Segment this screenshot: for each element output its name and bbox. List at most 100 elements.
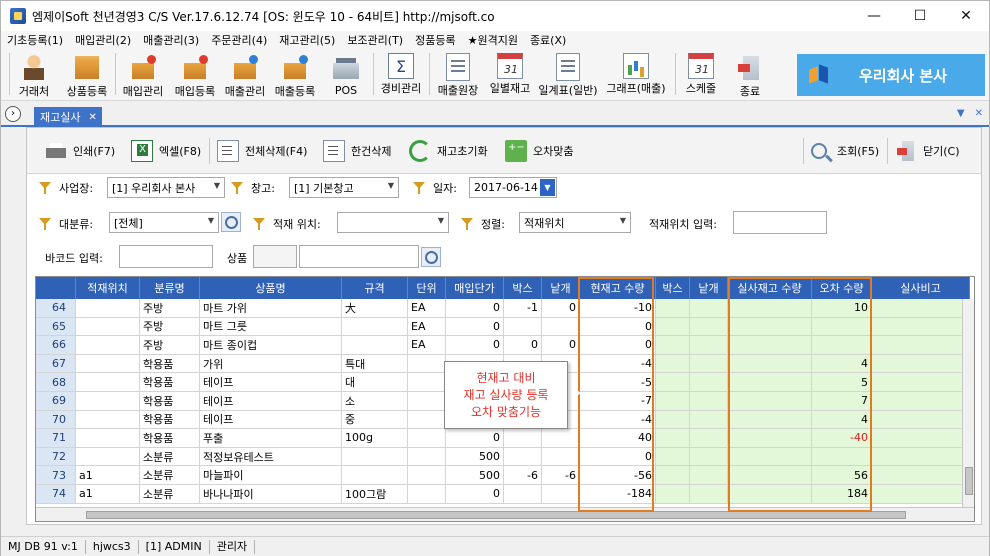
grid-cell[interactable]: -5: [580, 373, 656, 392]
grid-cell[interactable]: 0: [580, 336, 656, 355]
grid-cell[interactable]: -1: [504, 299, 542, 318]
grid-cell[interactable]: [690, 336, 728, 355]
grid-cell[interactable]: [408, 485, 446, 504]
grid-cell[interactable]: 바나나파이: [200, 485, 342, 504]
grid-cell[interactable]: -6: [542, 466, 580, 485]
grid-cell[interactable]: 100그람: [342, 485, 408, 504]
table-row[interactable]: 71 학용품 푸출 100g 0 40 -40: [36, 429, 970, 448]
grid-cell[interactable]: [342, 317, 408, 337]
customer-button[interactable]: 거래처: [15, 51, 53, 99]
grid-cell[interactable]: [504, 447, 542, 467]
menu-basic[interactable]: 기초등록(1): [1, 32, 69, 48]
sales-manage-button[interactable]: 매출관리: [221, 51, 269, 99]
grid-cell[interactable]: [728, 317, 812, 337]
grid-cell[interactable]: [656, 466, 690, 485]
grid-cell[interactable]: 0: [580, 447, 656, 467]
menu-remote[interactable]: ★원격지원: [462, 32, 524, 48]
grid-cell[interactable]: a1: [76, 466, 140, 485]
grid-cell[interactable]: 학용품: [140, 410, 200, 430]
grid-cell[interactable]: [690, 485, 728, 504]
horizontal-scrollbar[interactable]: [36, 507, 974, 521]
grid-cell[interactable]: 주방: [140, 336, 200, 355]
column-header[interactable]: [36, 277, 76, 299]
column-header[interactable]: 박스: [656, 277, 690, 299]
grid-cell[interactable]: [872, 447, 970, 467]
grid-cell[interactable]: [656, 299, 690, 318]
grid-cell[interactable]: [728, 336, 812, 355]
barcode-input[interactable]: [119, 245, 213, 268]
grid-cell[interactable]: 40: [580, 429, 656, 448]
column-header[interactable]: 상품명: [200, 277, 342, 299]
delete-one-button[interactable]: 한건삭제: [323, 138, 391, 164]
grid-cell[interactable]: [76, 317, 140, 337]
table-row[interactable]: 74 a1 소분류 바나나파이 100그람 0 -184 184: [36, 485, 970, 504]
grid-cell[interactable]: EA: [408, 336, 446, 355]
grid-cell[interactable]: [542, 485, 580, 504]
grid-cell[interactable]: [690, 410, 728, 430]
grid-cell[interactable]: EA: [408, 299, 446, 318]
grid-cell[interactable]: a1: [76, 485, 140, 504]
grid-cell[interactable]: [408, 392, 446, 411]
sort-select[interactable]: 적재위치 ▼: [519, 212, 631, 233]
product-register-button[interactable]: 상품등록: [61, 51, 113, 99]
grid-cell[interactable]: 0: [446, 429, 504, 448]
close-panel-button[interactable]: 닫기(C): [895, 138, 960, 164]
grid-cell[interactable]: [504, 429, 542, 448]
grid-cell[interactable]: [656, 485, 690, 504]
grid-cell[interactable]: [76, 373, 140, 392]
menu-sales[interactable]: 매출관리(3): [137, 32, 205, 48]
grid-cell[interactable]: [690, 299, 728, 318]
menu-license[interactable]: 정품등록: [409, 32, 461, 48]
table-row[interactable]: 64 주방 마트 가위 大 EA 0 -1 0 -10 10: [36, 299, 970, 318]
grid-cell[interactable]: [690, 354, 728, 374]
grid-cell[interactable]: [76, 429, 140, 448]
grid-cell[interactable]: [504, 317, 542, 337]
grid-cell[interactable]: [728, 485, 812, 504]
grid-cell[interactable]: 0: [542, 299, 580, 318]
grid-cell[interactable]: [408, 447, 446, 467]
grid-cell[interactable]: [408, 410, 446, 430]
grid-cell[interactable]: -10: [580, 299, 656, 318]
grid-cell[interactable]: 가위: [200, 354, 342, 374]
schedule-button[interactable]: 스케줄: [681, 51, 721, 99]
grid-cell[interactable]: 학용품: [140, 429, 200, 448]
grid-cell[interactable]: [690, 392, 728, 411]
vertical-scrollbar[interactable]: [962, 299, 974, 507]
sales-ledger-button[interactable]: 매출원장: [433, 51, 483, 99]
init-stock-button[interactable]: 재고초기화: [409, 138, 488, 164]
column-header[interactable]: 실사비고: [872, 277, 970, 299]
grid-cell[interactable]: -4: [580, 354, 656, 374]
column-header[interactable]: 단위: [408, 277, 446, 299]
grid-cell[interactable]: -7: [580, 392, 656, 411]
column-header[interactable]: 적재위치: [76, 277, 140, 299]
grid-cell[interactable]: 5: [812, 373, 872, 392]
daily-stock-button[interactable]: 일별재고: [485, 51, 535, 99]
grid-cell[interactable]: [542, 429, 580, 448]
grid-cell[interactable]: [690, 429, 728, 448]
horizontal-scroll-thumb[interactable]: [86, 511, 906, 519]
grid-cell[interactable]: [656, 410, 690, 430]
grid-cell[interactable]: 학용품: [140, 392, 200, 411]
nav-toggle-icon[interactable]: ›: [5, 106, 21, 122]
grid-cell[interactable]: [504, 485, 542, 504]
grid-cell[interactable]: 4: [812, 410, 872, 430]
menu-stock[interactable]: 재고관리(5): [273, 32, 341, 48]
tab-stock-count[interactable]: 재고실사 ✕: [34, 107, 102, 127]
date-picker[interactable]: 2017-06-14 ▼: [469, 177, 557, 198]
close-window-button[interactable]: ✕: [943, 1, 989, 31]
grid-cell[interactable]: 500: [446, 447, 504, 467]
location-input-field[interactable]: [733, 211, 827, 234]
grid-cell[interactable]: -40: [812, 429, 872, 448]
grid-cell[interactable]: [872, 373, 970, 392]
grid-cell[interactable]: [728, 447, 812, 467]
purchase-manage-button[interactable]: 매입관리: [119, 51, 167, 99]
grid-cell[interactable]: [76, 410, 140, 430]
product-code-input[interactable]: [253, 245, 297, 268]
grid-cell[interactable]: [342, 466, 408, 485]
table-row[interactable]: 66 주방 마트 종이컵 EA 0 0 0 0: [36, 336, 970, 355]
grid-cell[interactable]: [542, 317, 580, 337]
grid-cell[interactable]: 마늘파이: [200, 466, 342, 485]
grid-cell[interactable]: [872, 392, 970, 411]
grid-cell[interactable]: [408, 354, 446, 374]
grid-cell[interactable]: [76, 392, 140, 411]
